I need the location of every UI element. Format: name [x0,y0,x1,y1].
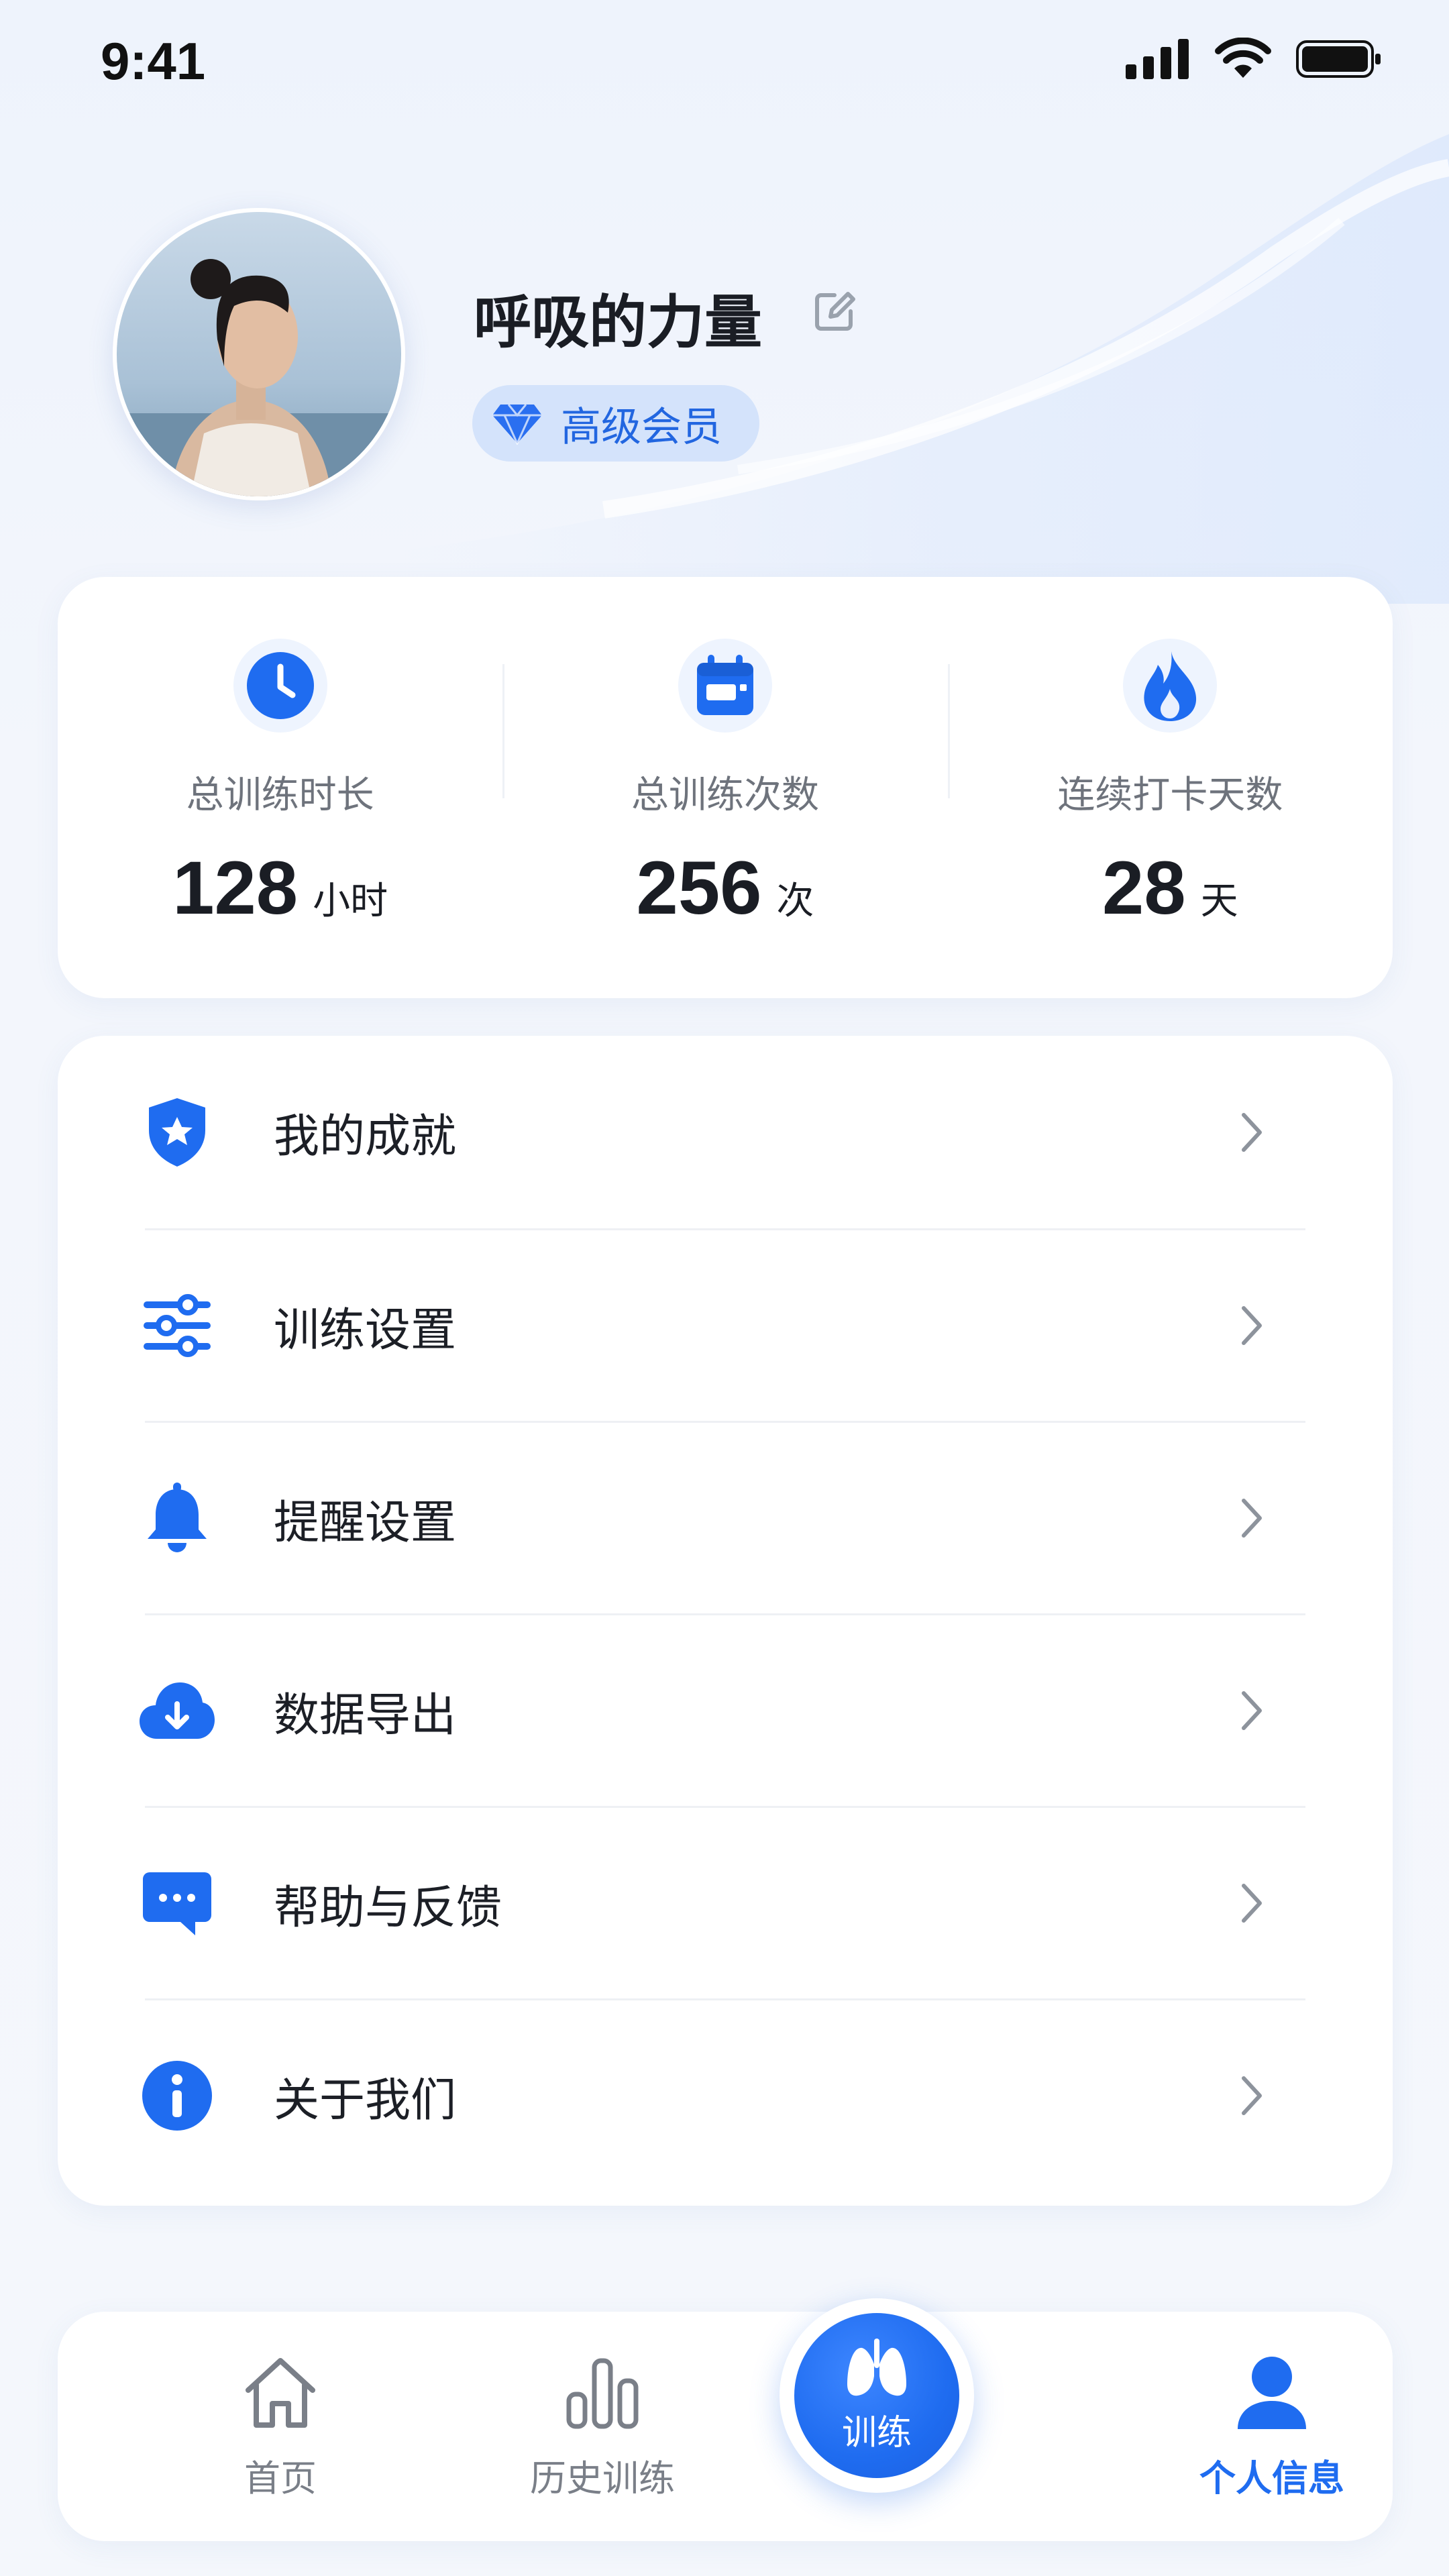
menu-item-about-us[interactable]: 关于我们 [142,1998,1305,2191]
shield-star-icon [137,1092,217,1173]
avatar-photo [117,212,401,496]
stat-total-sessions: 总训练次数 256 次 [502,577,947,998]
stat-label: 连续打卡天数 [1057,773,1283,817]
menu-item-data-export[interactable]: 数据导出 [140,1613,1305,1806]
menu-item-help-feedback[interactable]: 帮助与反馈 [143,1806,1305,1998]
menu-item-reminder-settings[interactable]: 提醒设置 [145,1421,1305,1613]
cellular-signal-icon [1126,39,1189,79]
cloud-download-icon [137,1670,217,1751]
tab-label: 首页 [244,2457,317,2500]
stat-total-duration: 总训练时长 128 小时 [58,577,502,998]
chevron-right-icon [1242,1112,1262,1152]
chevron-right-icon [1242,1499,1262,1538]
menu-item-label: 提醒设置 [274,1496,457,1550]
chevron-right-icon [1242,1306,1262,1345]
user-icon [1228,2349,1316,2436]
stats-card: 总训练时长 128 小时 总训练次数 256 次 连续打卡天数 28 天 [58,577,1393,998]
sliders-icon [137,1285,217,1366]
stat-unit: 次 [776,879,814,923]
tab-profile[interactable]: 个人信息 [1165,2349,1379,2502]
bar-chart-icon [559,2349,646,2436]
tab-history[interactable]: 历史训练 [495,2349,710,2502]
tab-home[interactable]: 首页 [173,2349,388,2502]
menu-item-label: 帮助与反馈 [274,1881,502,1935]
status-time: 9:41 [101,32,206,91]
clock-icon [233,639,327,733]
menu-item-label: 数据导出 [274,1688,457,1742]
menu-item-label: 训练设置 [274,1303,457,1357]
bell-icon [137,1478,217,1558]
stat-unit: 小时 [313,879,388,923]
train-button[interactable]: 训练 [780,2298,974,2493]
tab-label: 个人信息 [1199,2457,1344,2500]
bottom-tab-bar: 首页 历史训练 个人信息 [58,2312,1393,2541]
stat-value: 256 [636,846,762,930]
settings-menu: 我的成就 训练设置 提醒设置 数据导出 帮助与反馈 关于我们 [58,1036,1393,2206]
chevron-right-icon [1242,2076,1262,2115]
tab-label: 历史训练 [530,2457,675,2500]
chat-icon [137,1863,217,1943]
lungs-icon [847,2338,906,2396]
info-icon [137,2055,217,2136]
stat-value: 128 [172,846,299,930]
status-bar: 9:41 [0,0,1449,121]
chevron-right-icon [1242,1884,1262,1923]
status-icons [1126,38,1382,80]
train-button-label: 训练 [841,2412,912,2453]
menu-item-achievements[interactable]: 我的成就 [145,1036,1305,1228]
edit-icon[interactable] [812,287,859,334]
wifi-icon [1215,38,1271,78]
member-badge-label: 高级会员 [561,403,722,451]
stat-value: 28 [1102,846,1186,930]
chevron-right-icon [1242,1691,1262,1730]
menu-item-label: 我的成就 [274,1110,457,1163]
avatar[interactable] [113,208,405,500]
home-icon [237,2349,324,2436]
stat-label: 总训练时长 [186,773,374,817]
menu-item-training-settings[interactable]: 训练设置 [144,1228,1305,1421]
menu-item-label: 关于我们 [274,2074,457,2127]
battery-icon [1296,40,1381,78]
member-badge[interactable]: 高级会员 [472,385,759,462]
stat-label: 总训练次数 [631,773,819,817]
stat-streak-days: 连续打卡天数 28 天 [947,577,1393,998]
username: 呼吸的力量 [474,289,762,356]
stat-unit: 天 [1200,879,1238,923]
calendar-icon [678,639,772,733]
diamond-icon [492,404,542,445]
flame-icon [1123,639,1218,733]
